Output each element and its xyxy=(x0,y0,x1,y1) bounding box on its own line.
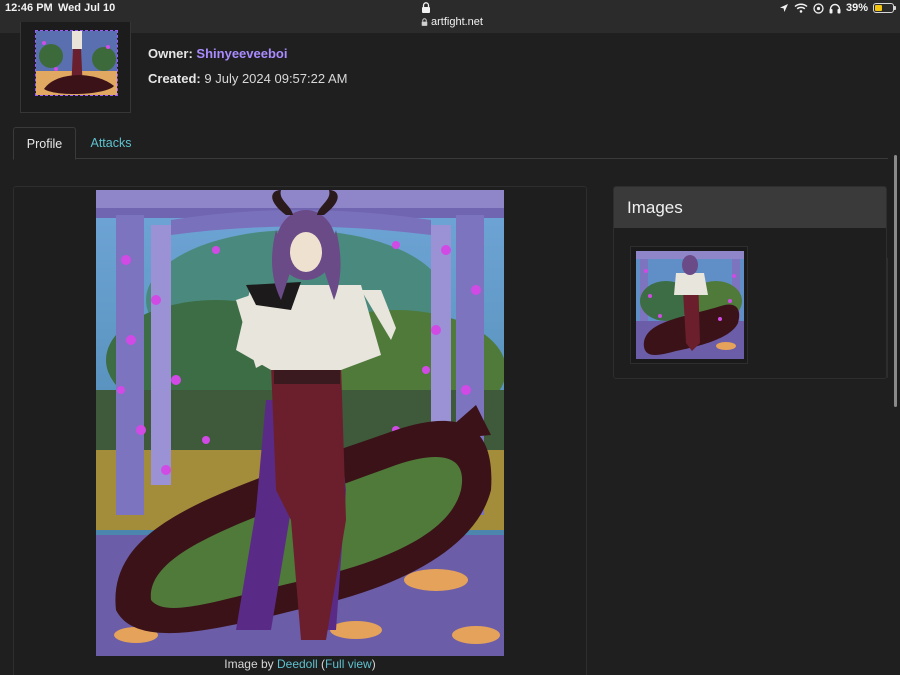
owner-line: Owner: Shinyeeveeboi xyxy=(148,46,287,61)
lock-icon xyxy=(422,2,430,13)
character-artwork xyxy=(96,190,504,656)
battery-icon xyxy=(873,3,896,13)
status-time: 12:46 PM xyxy=(5,2,53,14)
character-thumbnail-art xyxy=(36,31,117,95)
caption-paren-close: ) xyxy=(371,657,376,671)
address-bar[interactable]: artfight.net xyxy=(421,16,483,28)
images-panel: Images xyxy=(613,186,887,379)
images-panel-title: Images xyxy=(614,187,886,228)
headphones-icon xyxy=(829,3,841,13)
tab-bar: Profile Attacks xyxy=(13,127,888,160)
image-thumbnail-art xyxy=(636,251,744,359)
wifi-icon xyxy=(794,3,808,13)
created-line: Created: 9 July 2024 09:57:22 AM xyxy=(148,71,347,86)
status-bar: 12:46 PM Wed Jul 10 artfight.net 39% xyxy=(0,0,900,33)
location-icon xyxy=(779,4,788,12)
hotspot-icon xyxy=(813,2,824,14)
image-caption: Image by Deedoll (Full view) xyxy=(96,657,504,671)
caption-prefix: Image by xyxy=(224,657,277,671)
secure-lock-icon xyxy=(421,18,428,26)
status-date: Wed Jul 10 xyxy=(58,2,116,14)
full-view-link[interactable]: Full view xyxy=(325,657,372,671)
created-label: Created: xyxy=(148,71,201,86)
image-thumbnail-frame xyxy=(630,246,748,364)
owner-label: Owner: xyxy=(148,46,193,61)
artist-link[interactable]: Deedoll xyxy=(277,657,318,671)
battery-percent: 39% xyxy=(845,2,868,14)
status-right: 39% xyxy=(779,2,896,14)
owner-link[interactable]: Shinyeeveeboi xyxy=(196,46,287,61)
url-text: artfight.net xyxy=(431,16,483,28)
panel-edge xyxy=(887,258,888,378)
tab-profile[interactable]: Profile xyxy=(13,127,76,160)
character-thumbnail-frame xyxy=(20,22,131,113)
created-value: 9 July 2024 09:57:22 AM xyxy=(204,71,348,86)
tab-attacks[interactable]: Attacks xyxy=(81,127,141,159)
page-scrollbar[interactable] xyxy=(894,155,897,407)
image-thumbnail[interactable] xyxy=(636,251,744,359)
character-main-image[interactable] xyxy=(96,190,504,656)
character-thumbnail[interactable] xyxy=(35,30,118,96)
